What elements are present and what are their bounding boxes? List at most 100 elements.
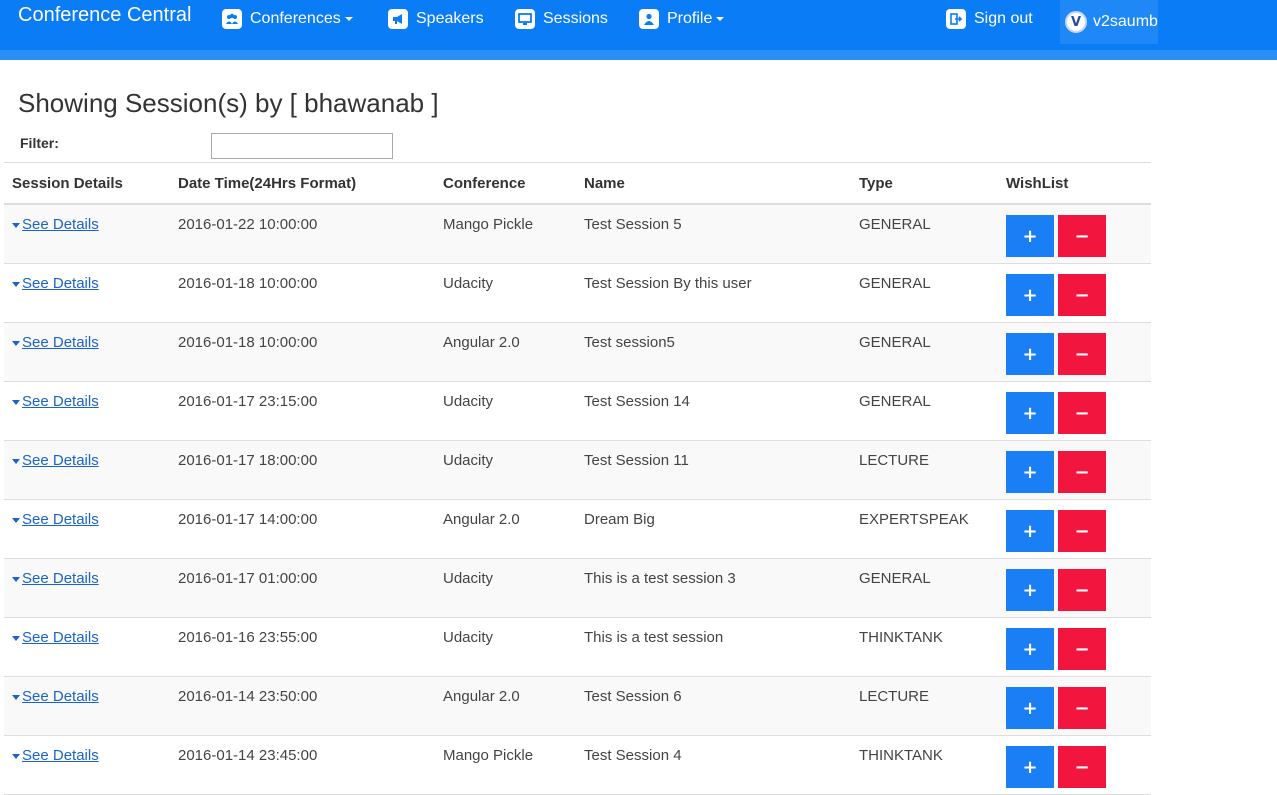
add-to-wishlist-button[interactable]: + xyxy=(1006,569,1054,611)
minus-icon: − xyxy=(1074,579,1090,601)
minus-icon: − xyxy=(1074,343,1090,365)
session-datetime: 2016-01-18 10:00:00 xyxy=(178,275,318,292)
see-details-link[interactable]: See Details xyxy=(12,452,99,469)
session-type: GENERAL xyxy=(859,216,931,233)
chevron-down-icon xyxy=(344,17,353,21)
plus-icon: + xyxy=(1022,284,1038,306)
session-type: LECTURE xyxy=(859,688,930,705)
see-details-link[interactable]: See Details xyxy=(12,334,99,351)
session-name: Dream Big xyxy=(584,511,655,528)
caret-down-icon xyxy=(12,517,20,523)
session-datetime: 2016-01-17 18:00:00 xyxy=(178,452,318,469)
page-title: Showing Session(s) by [ bhawanab ] xyxy=(18,88,439,118)
add-to-wishlist-button[interactable]: + xyxy=(1006,628,1054,670)
signout-link[interactable]: Sign out xyxy=(946,7,1033,31)
plus-icon: + xyxy=(1022,697,1038,719)
see-details-link[interactable]: See Details xyxy=(12,393,99,410)
username: v2saumb xyxy=(1093,13,1158,30)
table-header: Session Details Date Time(24Hrs Format) … xyxy=(4,162,1151,205)
session-name: Test Session 11 xyxy=(584,452,689,469)
session-name: Test Session 14 xyxy=(584,393,690,410)
monitor-icon xyxy=(515,9,535,29)
nav-conferences-label: Conferences xyxy=(250,10,341,27)
session-name: Test Session 6 xyxy=(584,688,682,705)
remove-from-wishlist-button[interactable]: − xyxy=(1058,215,1106,257)
remove-from-wishlist-button[interactable]: − xyxy=(1058,274,1106,316)
session-type: GENERAL xyxy=(859,334,931,351)
brand-title[interactable]: Conference Central xyxy=(18,4,191,27)
column-header-conference[interactable]: Conference xyxy=(443,175,526,192)
session-type: THINKTANK xyxy=(859,629,943,646)
remove-from-wishlist-button[interactable]: − xyxy=(1058,687,1106,729)
session-conference: Udacity xyxy=(443,393,494,410)
see-details-link[interactable]: See Details xyxy=(12,629,99,646)
add-to-wishlist-button[interactable]: + xyxy=(1006,392,1054,434)
column-header-session-details[interactable]: Session Details xyxy=(12,175,123,192)
table-row: See Details 2016-01-18 10:00:00 Angular 2.… xyxy=(4,323,1151,382)
remove-from-wishlist-button[interactable]: − xyxy=(1058,628,1106,670)
table-row: See Details 2016-01-14 23:45:00 Mango Pick… xyxy=(4,736,1151,795)
column-header-datetime[interactable]: Date Time(24Hrs Format) xyxy=(178,175,356,192)
column-header-name[interactable]: Name xyxy=(584,175,625,192)
caret-down-icon xyxy=(12,340,20,346)
remove-from-wishlist-button[interactable]: − xyxy=(1058,333,1106,375)
session-conference: Angular 2.0 xyxy=(443,334,520,351)
minus-icon: − xyxy=(1074,284,1090,306)
session-name: Test Session By this user xyxy=(584,275,752,292)
signout-label: Sign out xyxy=(974,10,1033,27)
minus-icon: − xyxy=(1074,520,1090,542)
remove-from-wishlist-button[interactable]: − xyxy=(1058,569,1106,611)
column-header-type[interactable]: Type xyxy=(859,175,893,192)
add-to-wishlist-button[interactable]: + xyxy=(1006,274,1054,316)
plus-icon: + xyxy=(1022,461,1038,483)
see-details-link[interactable]: See Details xyxy=(12,511,99,528)
caret-down-icon xyxy=(12,458,20,464)
session-name: This is a test session 3 xyxy=(584,570,736,587)
session-conference: Angular 2.0 xyxy=(443,511,520,528)
add-to-wishlist-button[interactable]: + xyxy=(1006,215,1054,257)
see-details-link[interactable]: See Details xyxy=(12,275,99,292)
filter-input[interactable] xyxy=(211,133,393,159)
see-details-link[interactable]: See Details xyxy=(12,570,99,587)
session-datetime: 2016-01-18 10:00:00 xyxy=(178,334,318,351)
caret-down-icon xyxy=(12,281,20,287)
session-datetime: 2016-01-17 23:15:00 xyxy=(178,393,318,410)
user-menu[interactable]: V v2saumb xyxy=(1060,0,1158,44)
add-to-wishlist-button[interactable]: + xyxy=(1006,451,1054,493)
add-to-wishlist-button[interactable]: + xyxy=(1006,510,1054,552)
caret-down-icon xyxy=(12,635,20,641)
remove-from-wishlist-button[interactable]: − xyxy=(1058,510,1106,552)
remove-from-wishlist-button[interactable]: − xyxy=(1058,451,1106,493)
nav-speakers[interactable]: Speakers xyxy=(388,7,484,31)
see-details-link[interactable]: See Details xyxy=(12,747,99,764)
table-row: See Details 2016-01-17 23:15:00 Udacity Tes… xyxy=(4,382,1151,441)
session-type: GENERAL xyxy=(859,570,931,587)
nav-sessions[interactable]: Sessions xyxy=(515,7,608,31)
minus-icon: − xyxy=(1074,697,1090,719)
add-to-wishlist-button[interactable]: + xyxy=(1006,746,1054,788)
avatar: V xyxy=(1065,11,1087,33)
session-conference: Udacity xyxy=(443,629,494,646)
remove-from-wishlist-button[interactable]: − xyxy=(1058,746,1106,788)
plus-icon: + xyxy=(1022,402,1038,424)
see-details-link[interactable]: See Details xyxy=(12,688,99,705)
user-icon xyxy=(639,9,659,29)
session-conference: Angular 2.0 xyxy=(443,688,520,705)
see-details-link[interactable]: See Details xyxy=(12,216,99,233)
plus-icon: + xyxy=(1022,579,1038,601)
plus-icon: + xyxy=(1022,756,1038,778)
table-row: See Details 2016-01-16 23:55:00 Udacity Thi… xyxy=(4,618,1151,677)
add-to-wishlist-button[interactable]: + xyxy=(1006,333,1054,375)
table-row: See Details 2016-01-17 01:00:00 Udacity Thi… xyxy=(4,559,1151,618)
remove-from-wishlist-button[interactable]: − xyxy=(1058,392,1106,434)
session-type: LECTURE xyxy=(859,452,930,469)
add-to-wishlist-button[interactable]: + xyxy=(1006,687,1054,729)
nav-sessions-label: Sessions xyxy=(543,10,608,27)
session-name: This is a test session xyxy=(584,629,724,646)
nav-conferences[interactable]: Conferences xyxy=(222,7,353,31)
table-row: See Details 2016-01-17 14:00:00 Angular 2.… xyxy=(4,500,1151,559)
session-name: Test session5 xyxy=(584,334,675,351)
sessions-table: Session Details Date Time(24Hrs Format) … xyxy=(4,162,1154,795)
nav-profile[interactable]: Profile xyxy=(639,7,725,31)
session-conference: Udacity xyxy=(443,275,494,292)
